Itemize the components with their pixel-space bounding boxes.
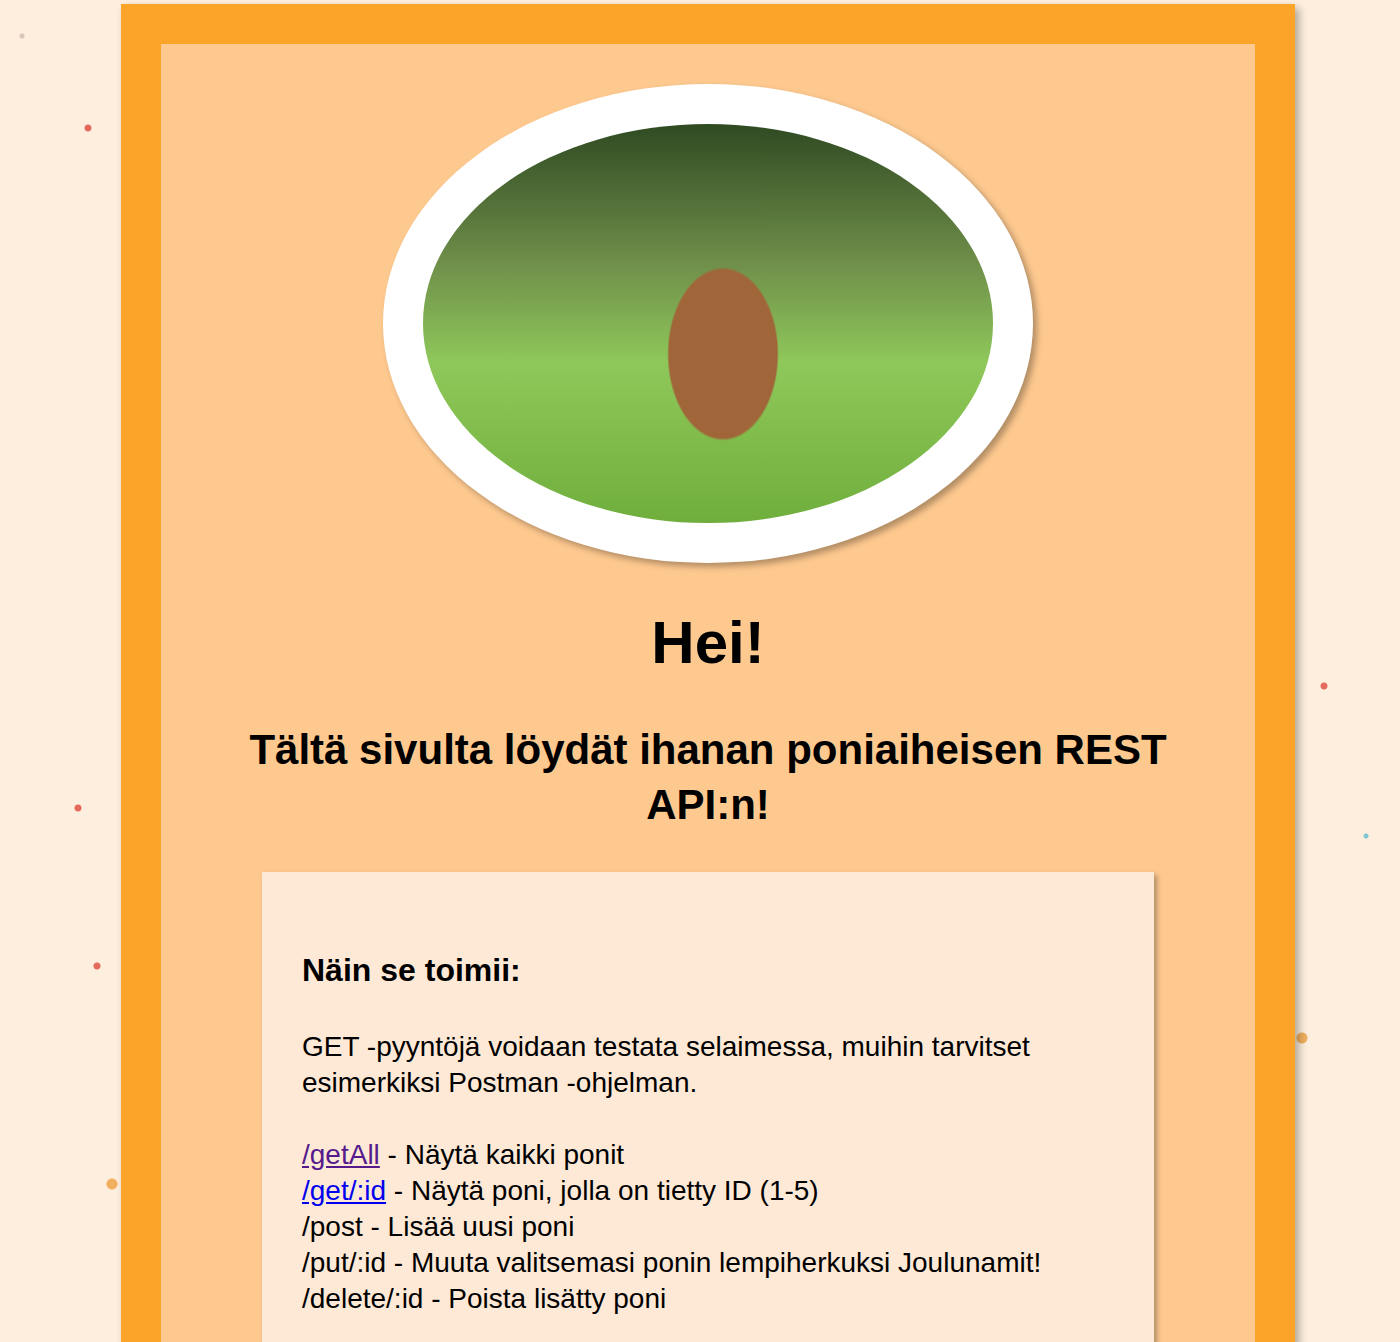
subtitle-heading: Tältä sivulta löydät ihanan poniaiheisen… <box>243 722 1173 832</box>
endpoint-row: /getAll - Näytä kaikki ponit <box>302 1137 1114 1173</box>
info-heading: Näin se toimii: <box>302 952 1114 989</box>
endpoint-description: - Poista lisätty poni <box>423 1283 666 1314</box>
info-box: Näin se toimii: GET -pyyntöjä voidaan tes… <box>262 872 1154 1342</box>
endpoint-description: - Lisää uusi poni <box>363 1211 575 1242</box>
endpoint-list: /getAll - Näytä kaikki ponit/get/:id - N… <box>302 1137 1114 1317</box>
intro-text: GET -pyyntöjä voidaan testata selaimessa… <box>302 1029 1114 1101</box>
photo-frame <box>383 84 1033 563</box>
endpoint-row: /put/:id - Muuta valitsemasi ponin lempi… <box>302 1245 1114 1281</box>
endpoint-path: /put/:id <box>302 1247 386 1278</box>
endpoint-path: /post <box>302 1211 363 1242</box>
endpoint-description: - Näytä kaikki ponit <box>380 1139 624 1170</box>
endpoint-link[interactable]: /getAll <box>302 1139 380 1170</box>
endpoint-link[interactable]: /get/:id <box>302 1175 386 1206</box>
endpoint-path: /delete/:id <box>302 1283 423 1314</box>
endpoint-row: /get/:id - Näytä poni, jolla on tietty I… <box>302 1173 1114 1209</box>
endpoint-row: /post - Lisää uusi poni <box>302 1209 1114 1245</box>
orange-frame: Hei! Tältä sivulta löydät ihanan poniaihe… <box>121 4 1295 1342</box>
content-panel: Hei! Tältä sivulta löydät ihanan poniaihe… <box>161 44 1255 1342</box>
endpoint-description: - Näytä poni, jolla on tietty ID (1-5) <box>386 1175 819 1206</box>
endpoint-description: - Muuta valitsemasi ponin lempiherkuksi … <box>386 1247 1041 1278</box>
page-background: Hei! Tältä sivulta löydät ihanan poniaihe… <box>0 0 1400 1342</box>
pony-photo <box>423 124 993 523</box>
endpoint-row: /delete/:id - Poista lisätty poni <box>302 1281 1114 1317</box>
greeting-heading: Hei! <box>651 608 764 677</box>
